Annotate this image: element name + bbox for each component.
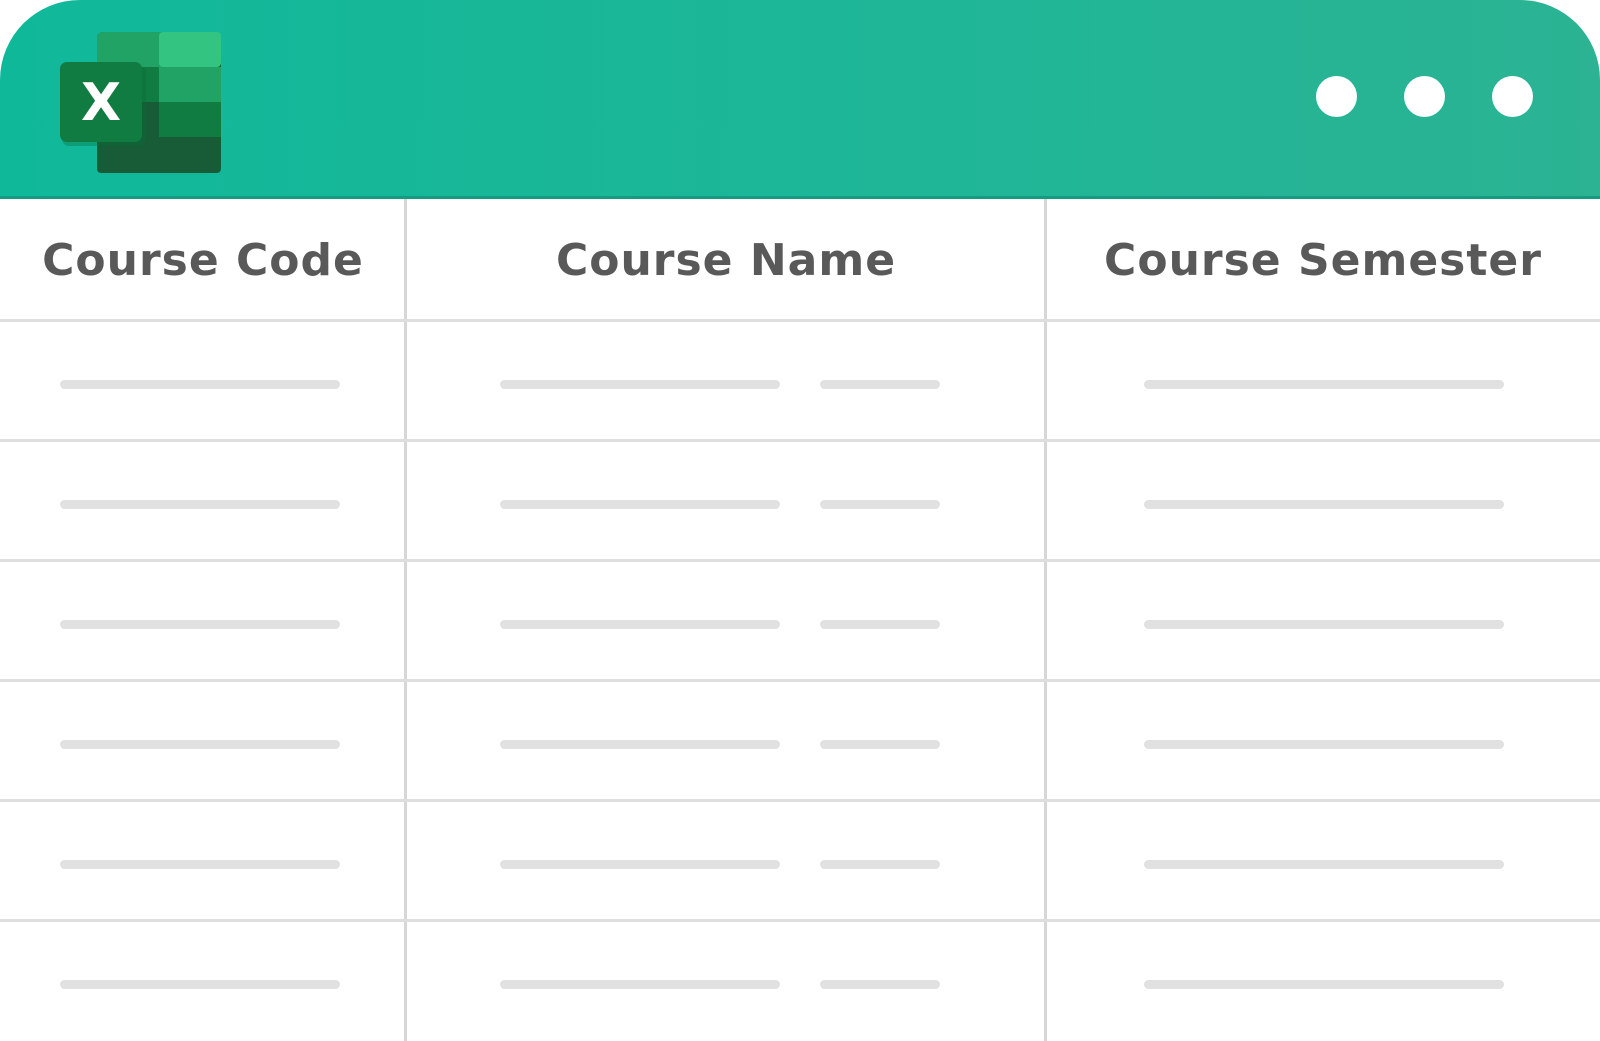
row-divider <box>0 439 1600 442</box>
column-divider <box>404 199 407 1041</box>
row-divider <box>0 559 1600 562</box>
course-code-placeholder <box>60 380 340 389</box>
course-name-placeholder-short <box>820 740 940 749</box>
row-divider <box>0 919 1600 922</box>
course-name-placeholder <box>500 500 780 509</box>
excel-logo-icon: X <box>60 32 222 173</box>
row-divider <box>0 679 1600 682</box>
course-name-placeholder-short <box>820 380 940 389</box>
course-code-placeholder <box>60 500 340 509</box>
course-code-placeholder <box>60 980 340 989</box>
column-divider <box>1044 199 1047 1041</box>
column-header-course-code[interactable]: Course Code <box>0 199 406 321</box>
course-name-placeholder-short <box>820 980 940 989</box>
table-header-row: Course Code Course Name Course Semester <box>0 199 1600 321</box>
excel-logo-letter: X <box>81 73 121 133</box>
course-semester-placeholder <box>1144 860 1504 869</box>
row-divider <box>0 799 1600 802</box>
spreadsheet-grid: Course Code Course Name Course Semester <box>0 199 1600 1041</box>
course-semester-placeholder <box>1144 500 1504 509</box>
course-code-placeholder <box>60 740 340 749</box>
course-semester-placeholder <box>1144 980 1504 989</box>
course-name-placeholder <box>500 740 780 749</box>
course-name-placeholder-short <box>820 860 940 869</box>
course-semester-placeholder <box>1144 380 1504 389</box>
menu-dot-icon[interactable] <box>1404 76 1445 117</box>
course-name-placeholder-short <box>820 620 940 629</box>
title-bar: X <box>0 0 1600 199</box>
course-name-placeholder <box>500 860 780 869</box>
spreadsheet-window: X Course Code Course Name Course Semeste… <box>0 0 1600 1041</box>
menu-dot-icon[interactable] <box>1316 76 1357 117</box>
course-code-placeholder <box>60 860 340 869</box>
column-header-course-semester[interactable]: Course Semester <box>1046 199 1600 321</box>
menu-dot-icon[interactable] <box>1492 76 1533 117</box>
course-semester-placeholder <box>1144 740 1504 749</box>
course-name-placeholder <box>500 380 780 389</box>
course-semester-placeholder <box>1144 620 1504 629</box>
column-header-course-name[interactable]: Course Name <box>406 199 1046 321</box>
course-name-placeholder-short <box>820 500 940 509</box>
row-divider <box>0 319 1600 322</box>
window-menu[interactable] <box>1316 76 1533 117</box>
course-name-placeholder <box>500 620 780 629</box>
course-code-placeholder <box>60 620 340 629</box>
course-name-placeholder <box>500 980 780 989</box>
